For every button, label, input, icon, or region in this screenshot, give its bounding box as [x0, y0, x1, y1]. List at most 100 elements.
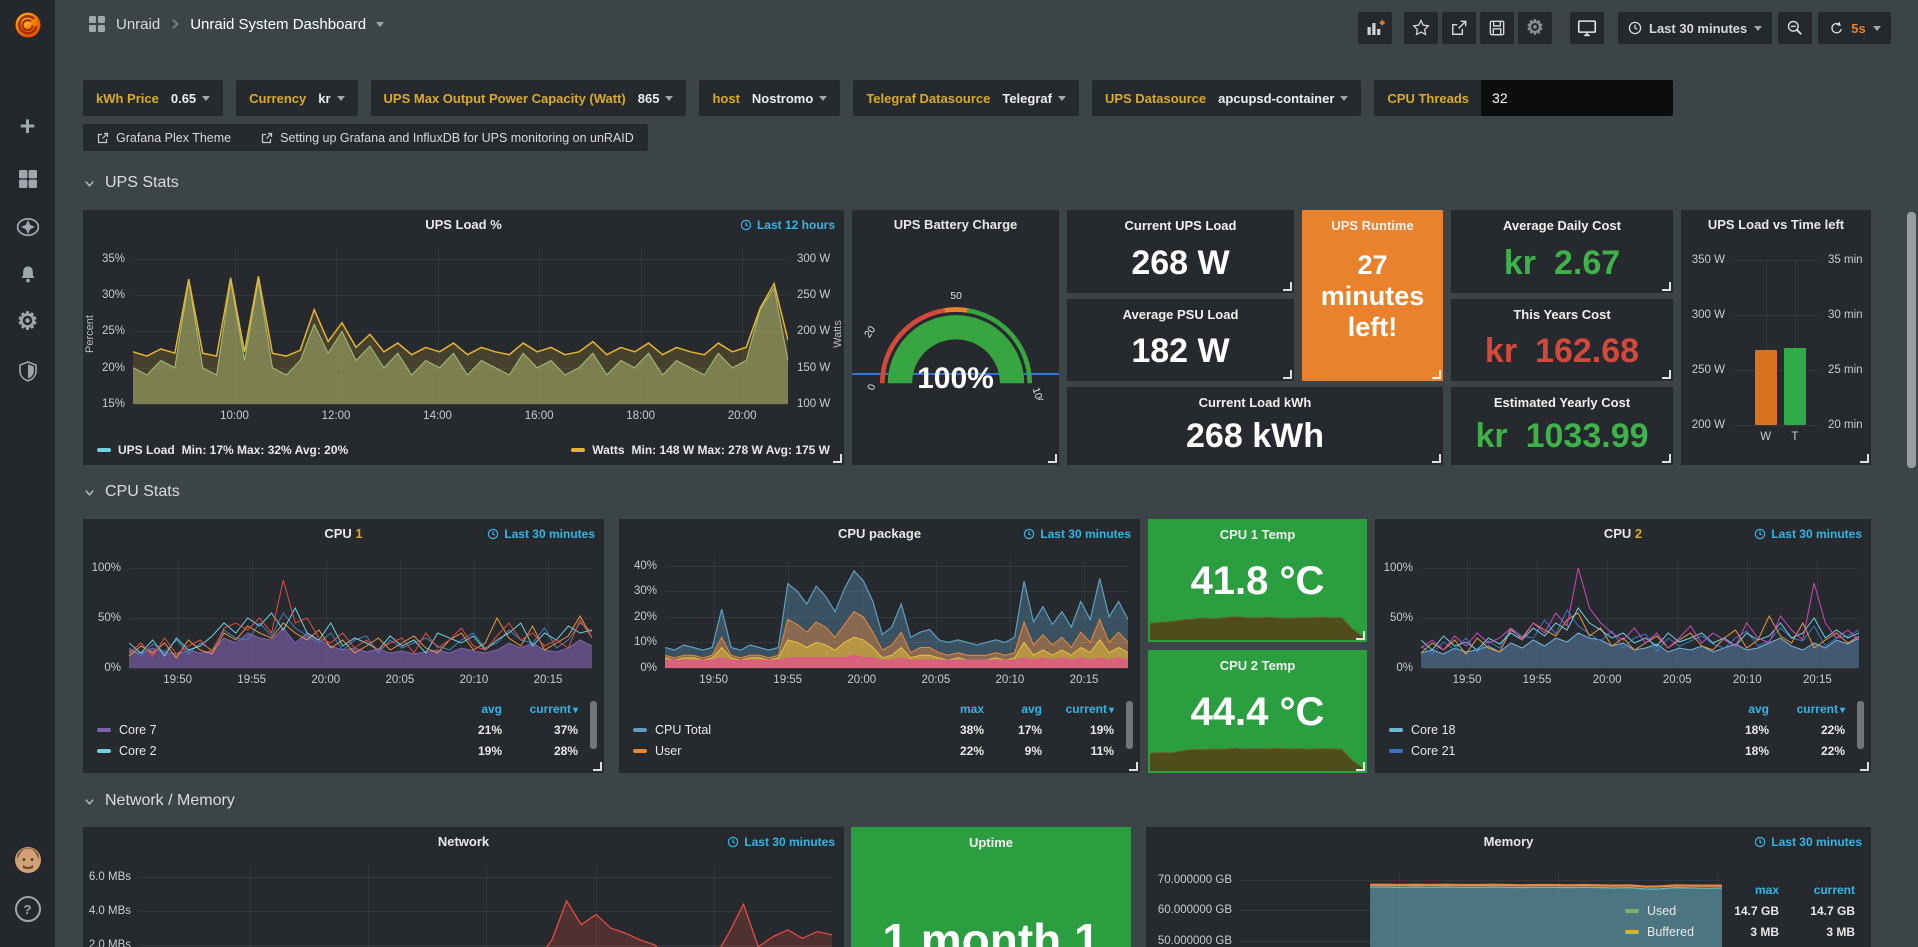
panel-title[interactable]: This Years Cost [1451, 307, 1673, 322]
legend-scrollbar[interactable] [1126, 701, 1133, 749]
zoom-out-button[interactable] [1778, 12, 1812, 44]
panel-time-range[interactable]: Last 30 minutes [487, 527, 595, 541]
legend-header-current[interactable]: current [1769, 702, 1845, 716]
cpu-package-chart[interactable]: 40%30%20%10%0%19:5019:5520:0020:0520:102… [665, 558, 1128, 668]
cpu-threads-input[interactable] [1481, 80, 1673, 116]
panel-title[interactable]: UPS Load % [83, 217, 844, 232]
panel-resize-handle[interactable] [1860, 762, 1869, 771]
panel-title[interactable]: Current UPS Load [1067, 218, 1294, 233]
dashboard-settings-gear-icon[interactable]: ⚙ [1518, 12, 1552, 44]
ups-bar-chart[interactable]: 350 W300 W250 W200 W35 min30 min25 min20… [1733, 260, 1819, 425]
refresh-picker[interactable]: 5s [1818, 12, 1890, 44]
panel-title[interactable]: CPU 1 Temp [1148, 527, 1367, 542]
legend-item[interactable]: Watts Min: 148 W Max: 278 W Avg: 175 W [571, 443, 830, 457]
panel-resize-handle[interactable] [1129, 762, 1138, 771]
legend-scrollbar[interactable] [590, 701, 597, 749]
panel-time-range[interactable]: Last 30 minutes [1754, 527, 1862, 541]
variable-telegraf-datasource[interactable]: Telegraf Datasource Telegraf [853, 80, 1079, 116]
legend-item[interactable]: Buffered [1625, 925, 1715, 939]
panel-resize-handle[interactable] [1662, 282, 1671, 291]
legend-header-avg[interactable]: avg [984, 702, 1042, 716]
panel-resize-handle[interactable] [1432, 454, 1441, 463]
legend-scrollbar[interactable] [1857, 701, 1864, 749]
star-button[interactable] [1404, 12, 1438, 44]
chevron-down-icon[interactable] [376, 22, 384, 27]
legend-header-current[interactable]: current [502, 702, 578, 716]
legend-item[interactable]: Core 7 [97, 723, 438, 737]
panel-title[interactable]: Average Daily Cost [1451, 218, 1673, 233]
legend-item[interactable]: CPU Total [633, 723, 922, 737]
cpu2-chart[interactable]: 100%50%0%19:5019:5520:0020:0520:1020:15 [1421, 561, 1859, 668]
panel-resize-handle[interactable] [1048, 454, 1057, 463]
legend-item[interactable]: Used [1625, 904, 1715, 918]
panel-title[interactable]: UPS Load vs Time left [1681, 217, 1871, 232]
save-button[interactable] [1480, 12, 1514, 44]
create-plus-icon[interactable]: + [0, 114, 55, 138]
panel-title[interactable]: UPS Runtime [1302, 218, 1443, 233]
cycle-view-monitor-icon[interactable] [1570, 12, 1604, 44]
panel-resize-handle[interactable] [833, 454, 842, 463]
panel-title[interactable]: UPS Battery Charge [852, 217, 1059, 232]
panel-resize-handle[interactable] [1662, 370, 1671, 379]
variable-ups-max-power[interactable]: UPS Max Output Power Capacity (Watt) 865 [371, 80, 687, 116]
panel-title[interactable]: Average PSU Load [1067, 307, 1294, 322]
explore-compass-icon[interactable] [0, 215, 55, 239]
legend-item[interactable]: UPS Load Min: 17% Max: 32% Avg: 20% [97, 443, 348, 457]
panel-resize-handle[interactable] [1860, 454, 1869, 463]
time-range-picker[interactable]: Last 30 minutes [1618, 12, 1772, 44]
section-ups-stats[interactable]: UPS Stats [83, 174, 179, 192]
breadcrumb-folder[interactable]: Unraid [116, 16, 160, 33]
variable-currency[interactable]: Currency kr [236, 80, 357, 116]
link-ups-monitoring-guide[interactable]: Setting up Grafana and InfluxDB for UPS … [261, 131, 634, 145]
share-button[interactable] [1442, 12, 1476, 44]
panel-resize-handle[interactable] [1432, 370, 1441, 379]
ups-load-chart[interactable]: 35%30%25%20%15%300 W250 W200 W150 W100 W… [133, 248, 788, 404]
legend-header-avg[interactable]: avg [1705, 702, 1769, 716]
apps-grid-icon[interactable] [88, 15, 106, 33]
add-panel-button[interactable] [1358, 12, 1392, 44]
grafana-logo-icon[interactable] [0, 10, 55, 40]
panel-resize-handle[interactable] [1662, 454, 1671, 463]
legend-item[interactable]: User [633, 744, 922, 758]
legend-item[interactable]: Core 2 [97, 744, 438, 758]
panel-title[interactable]: Estimated Yearly Cost [1451, 395, 1673, 410]
legend-header-current[interactable]: current [1042, 702, 1114, 716]
user-avatar[interactable] [0, 846, 55, 874]
server-admin-shield-icon[interactable] [0, 360, 55, 382]
panel-time-range[interactable]: Last 30 minutes [1754, 835, 1862, 849]
section-cpu-stats[interactable]: CPU Stats [83, 483, 180, 501]
stat-value: 268 kWh [1067, 417, 1443, 456]
variable-host[interactable]: host Nostromo [699, 80, 840, 116]
configuration-gear-icon[interactable]: ⚙ [0, 310, 55, 334]
panel-title[interactable]: Current Load kWh [1067, 395, 1443, 410]
network-chart[interactable]: 6.0 MBs4.0 MBs2.0 MBs [139, 867, 832, 947]
panel-resize-handle[interactable] [1283, 370, 1292, 379]
variable-kwh-price[interactable]: kWh Price 0.65 [83, 80, 223, 116]
panel-time-range[interactable]: Last 12 hours [740, 218, 835, 232]
legend-item[interactable]: Core 18 [1389, 723, 1705, 737]
cpu1-chart[interactable]: 100%50%0%19:5019:5520:0020:0520:1020:15 [129, 561, 592, 668]
legend-header-max[interactable]: max [1715, 883, 1779, 897]
help-icon[interactable]: ? [0, 896, 55, 922]
panel-time-range[interactable]: Last 30 minutes [1023, 527, 1131, 541]
legend-header-avg[interactable]: avg [438, 702, 502, 716]
panel-time-range[interactable]: Last 30 minutes [727, 835, 835, 849]
dashboard-title[interactable]: Unraid System Dashboard [190, 16, 366, 33]
panel-resize-handle[interactable] [1356, 631, 1365, 640]
link-grafana-plex-theme[interactable]: Grafana Plex Theme [97, 131, 231, 145]
legend-header-max[interactable]: max [922, 702, 984, 716]
legend-item[interactable]: Core 21 [1389, 744, 1705, 758]
panel-title[interactable]: CPU 2 Temp [1148, 658, 1367, 673]
panel-this-years-cost: This Years Cost kr162.68 [1451, 299, 1673, 381]
variable-ups-datasource[interactable]: UPS Datasource apcupsd-container [1092, 80, 1361, 116]
panel-resize-handle[interactable] [1283, 282, 1292, 291]
legend-header-current[interactable]: current [1779, 883, 1855, 897]
alerting-bell-icon[interactable] [0, 264, 55, 286]
dashboards-icon[interactable] [0, 168, 55, 190]
panel-resize-handle[interactable] [1356, 762, 1365, 771]
panel-title[interactable]: Uptime [851, 835, 1131, 850]
panel-resize-handle[interactable] [593, 762, 602, 771]
stat-value: 44.4 °C [1148, 690, 1367, 735]
page-scrollbar[interactable] [1907, 212, 1916, 468]
section-network-memory[interactable]: Network / Memory [83, 792, 235, 810]
